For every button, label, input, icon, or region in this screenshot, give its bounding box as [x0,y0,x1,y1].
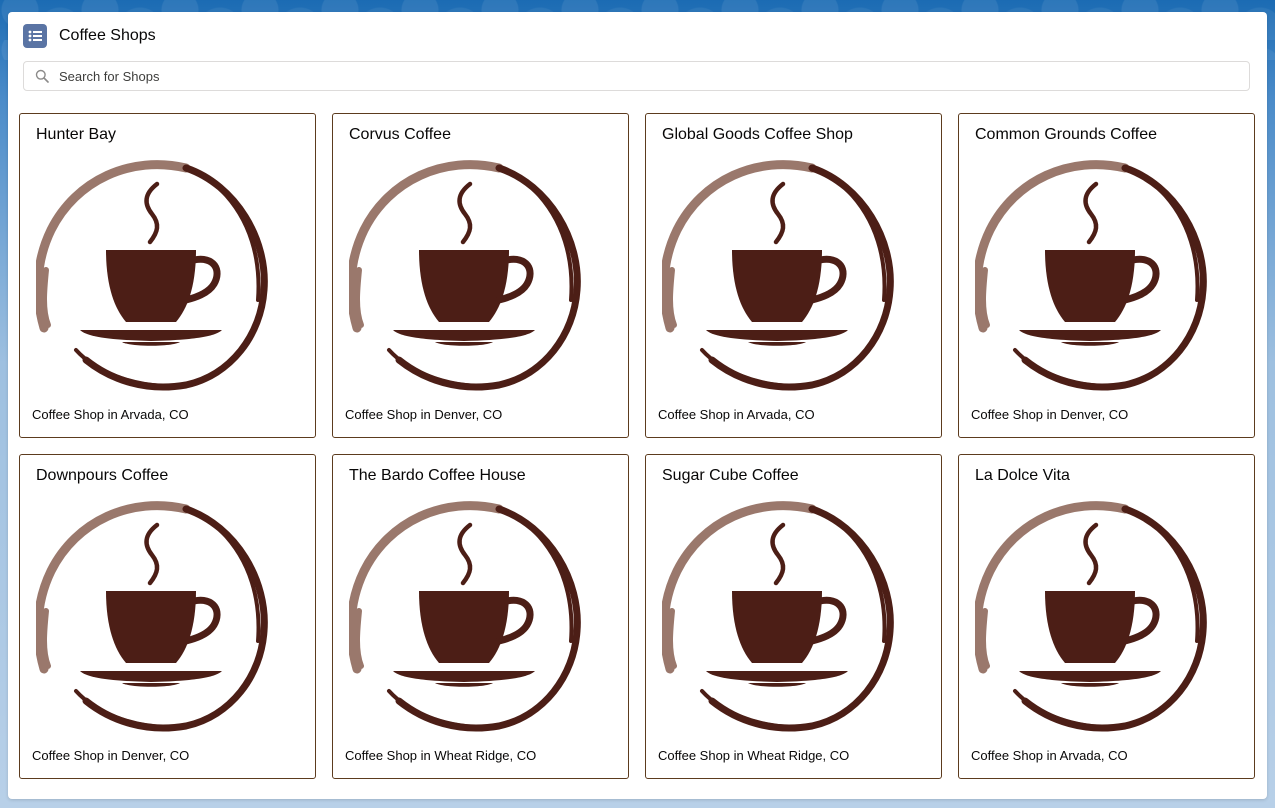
coffee-cup-logo [33,501,268,733]
search-icon [35,69,49,83]
shop-name: The Bardo Coffee House [349,467,526,484]
coffee-shops-card: Coffee Shops Hunter Bay Coffee Shop in A… [8,12,1267,799]
card-header: Coffee Shops [23,24,156,48]
shop-name: Sugar Cube Coffee [662,467,799,484]
coffee-cup-logo [659,160,894,392]
shop-description: Coffee Shop in Wheat Ridge, CO [658,748,850,763]
search-input[interactable] [57,67,1249,85]
shop-tile[interactable]: Sugar Cube Coffee Coffee Shop in Wheat R… [645,454,942,779]
shop-description: Coffee Shop in Denver, CO [345,407,503,422]
shop-description: Coffee Shop in Arvada, CO [32,407,189,422]
coffee-cup-logo [33,160,268,392]
list-icon [23,24,47,48]
coffee-cup-logo [972,160,1207,392]
coffee-cup-logo [346,160,581,392]
shop-tile[interactable]: Downpours Coffee Coffee Shop in Denver, … [19,454,316,779]
shop-name: Corvus Coffee [349,126,451,143]
shop-name: Common Grounds Coffee [975,126,1158,143]
shop-description: Coffee Shop in Denver, CO [32,748,190,763]
shop-description: Coffee Shop in Arvada, CO [658,407,815,422]
shop-description: Coffee Shop in Arvada, CO [971,748,1128,763]
shop-tile[interactable]: La Dolce Vita Coffee Shop in Arvada, CO [958,454,1255,779]
shop-description: Coffee Shop in Wheat Ridge, CO [345,748,537,763]
shop-tile[interactable]: Corvus Coffee Coffee Shop in Denver, CO [332,113,629,438]
page-title: Coffee Shops [59,27,156,44]
shop-tile[interactable]: Common Grounds Coffee Coffee Shop in Den… [958,113,1255,438]
shop-name: Downpours Coffee [36,467,169,484]
shop-name: La Dolce Vita [975,467,1070,484]
shop-grid: Hunter Bay Coffee Shop in Arvada, CO Corv… [19,113,1256,779]
coffee-cup-logo [659,501,894,733]
shop-name: Global Goods Coffee Shop [662,126,853,143]
shop-description: Coffee Shop in Denver, CO [971,407,1129,422]
shop-tile[interactable]: Global Goods Coffee Shop Coffee Shop in … [645,113,942,438]
coffee-cup-logo [346,501,581,733]
coffee-cup-logo [972,501,1207,733]
shop-tile[interactable]: The Bardo Coffee House Coffee Shop in Wh… [332,454,629,779]
shop-name: Hunter Bay [36,126,117,143]
search-box[interactable] [23,61,1250,91]
shop-tile[interactable]: Hunter Bay Coffee Shop in Arvada, CO [19,113,316,438]
